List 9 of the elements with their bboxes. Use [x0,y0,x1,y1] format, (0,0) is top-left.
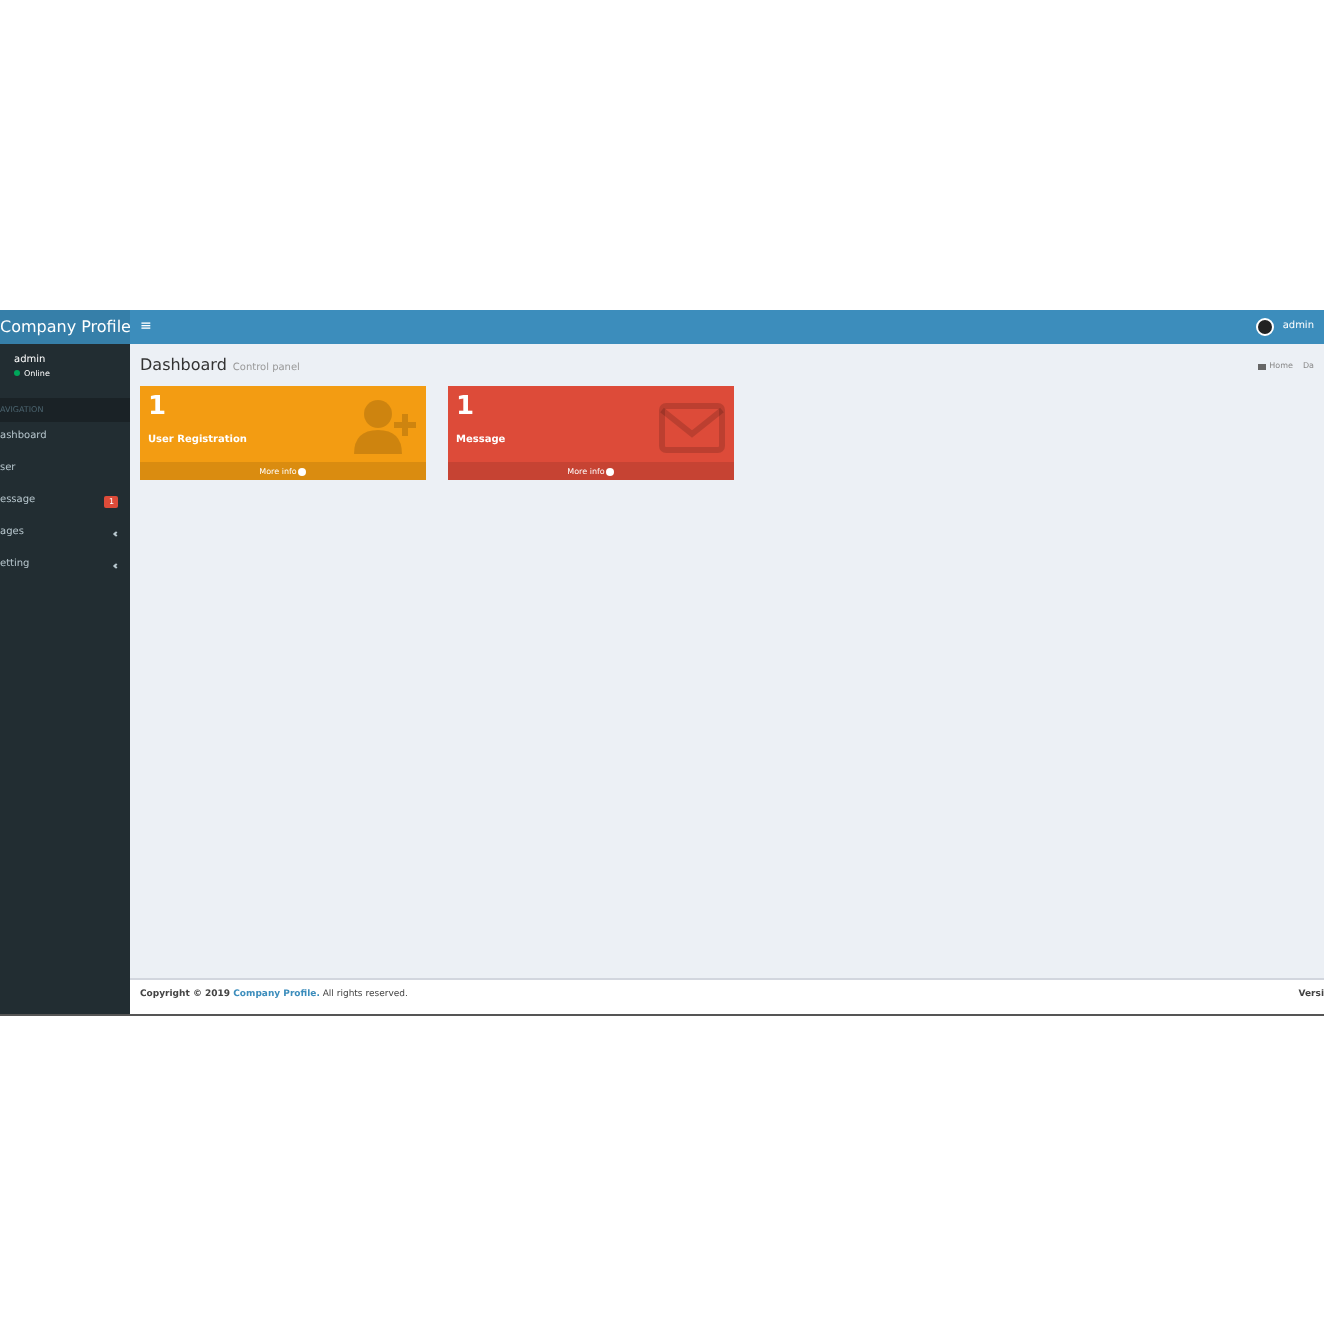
box-count: 1 [148,392,169,424]
box-count: 1 [456,392,477,424]
user-add-icon [354,398,418,454]
chevron-left-icon [113,563,119,569]
chevron-left-icon [113,531,119,537]
brand-title[interactable]: Company Profile [0,310,130,344]
avatar-icon [1256,318,1275,336]
envelope-icon [658,402,726,454]
page-title: Dashboard [140,354,227,378]
